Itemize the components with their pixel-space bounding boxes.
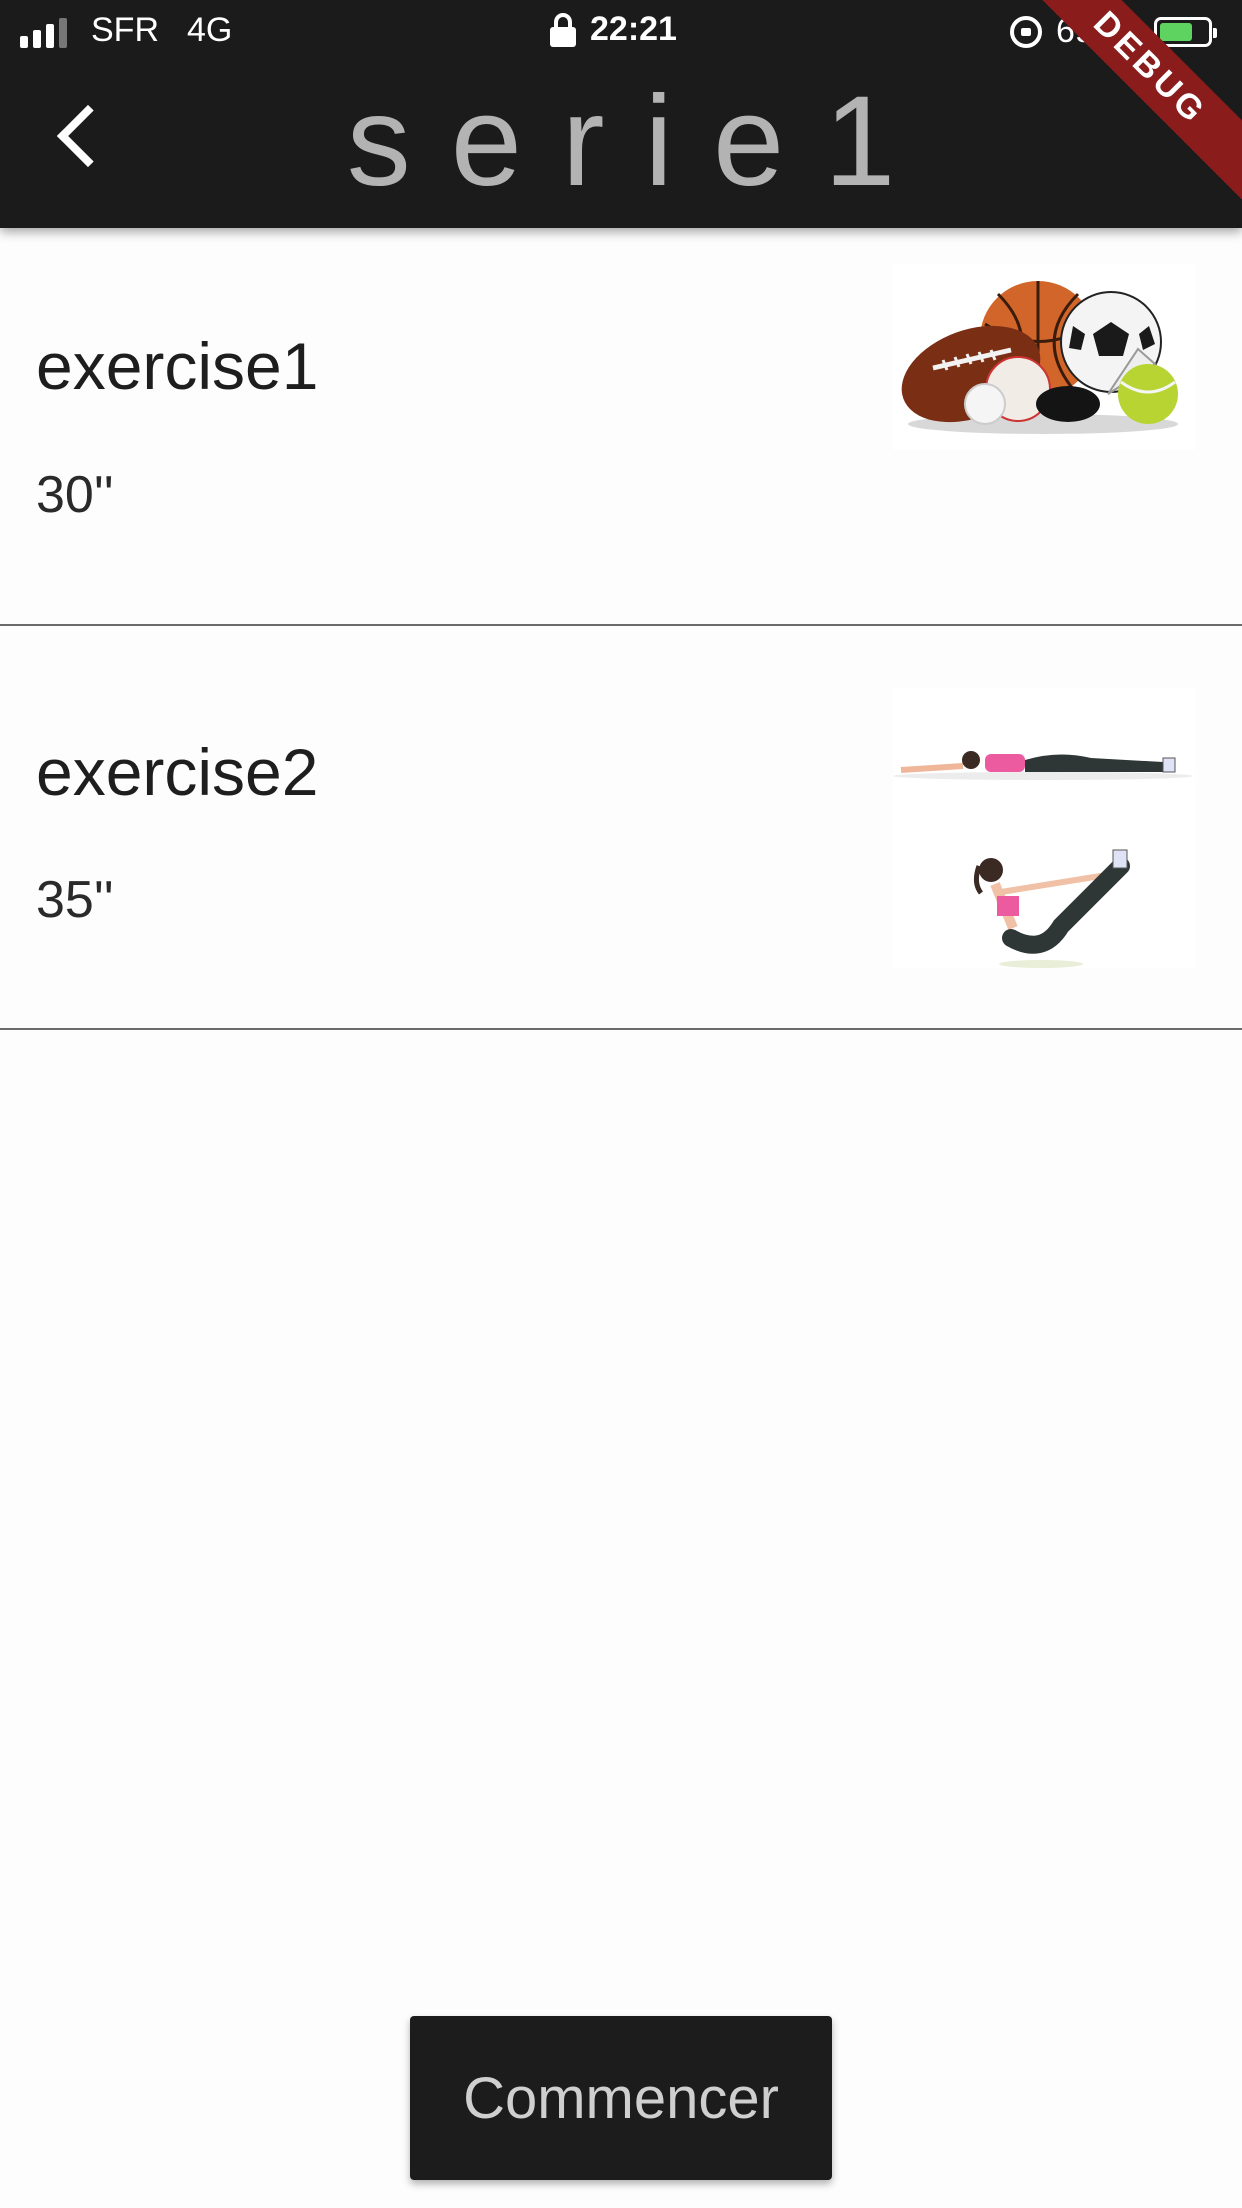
- exercise-name: exercise2: [36, 735, 319, 809]
- sports-balls-image: [893, 264, 1195, 450]
- app-bar: SFR 4G 22:21 69 % serie1 DEBUG: [0, 0, 1242, 228]
- page-title: serie1: [346, 70, 936, 213]
- status-left: SFR 4G: [20, 12, 232, 48]
- list-item[interactable]: exercise2 35'': [0, 628, 1242, 1030]
- carrier-label: SFR: [91, 11, 159, 49]
- start-button[interactable]: Commencer: [410, 2016, 832, 2180]
- exercise-duration: 30'': [36, 466, 114, 524]
- exercise-duration: 35'': [36, 871, 114, 929]
- rotation-lock-icon: [1010, 15, 1042, 48]
- list-item[interactable]: exercise1 30'': [0, 228, 1242, 626]
- lock-icon: [550, 12, 576, 47]
- clock: 22:21: [590, 10, 677, 48]
- network-label: 4G: [187, 11, 233, 49]
- exercise-name: exercise1: [36, 329, 319, 403]
- signal-icon: [20, 18, 67, 48]
- abdominal-exercise-image: [893, 688, 1195, 968]
- status-center: 22:21: [550, 10, 677, 49]
